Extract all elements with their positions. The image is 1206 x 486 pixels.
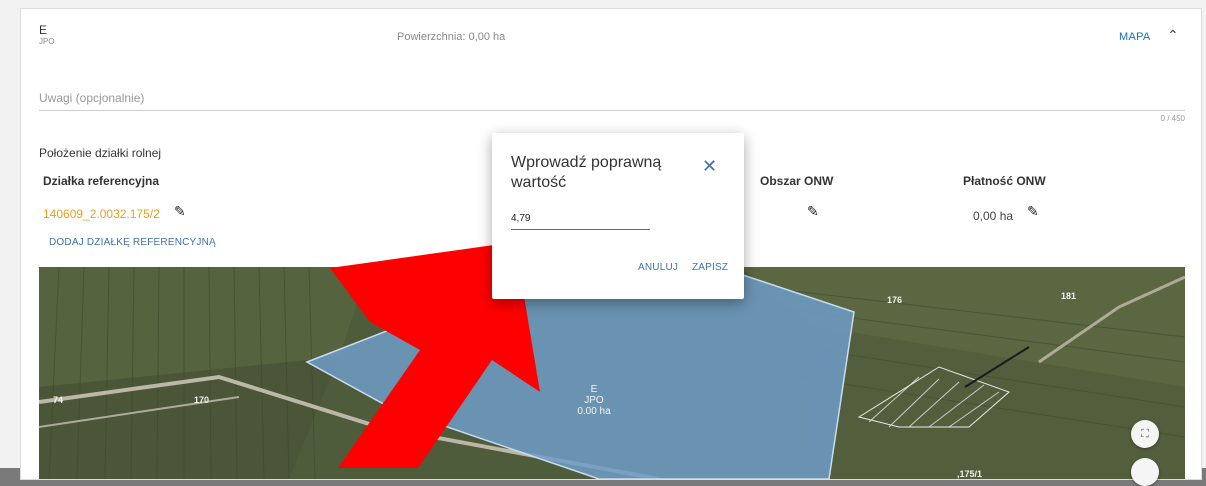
correct-value-dialog: Wprowadź poprawną wartość ✕ 4,79 ANULUJ … [492, 133, 744, 299]
close-icon[interactable]: ✕ [702, 157, 717, 175]
cancel-button[interactable]: ANULUJ [638, 262, 678, 273]
dialog-title: Wprowadź poprawną wartość [511, 154, 662, 191]
value-input-underline [511, 229, 650, 230]
value-input[interactable]: 4,79 [511, 213, 530, 224]
parcel-number-label: ,175/1 [957, 469, 983, 479]
save-button[interactable]: ZAPISZ [692, 262, 728, 273]
